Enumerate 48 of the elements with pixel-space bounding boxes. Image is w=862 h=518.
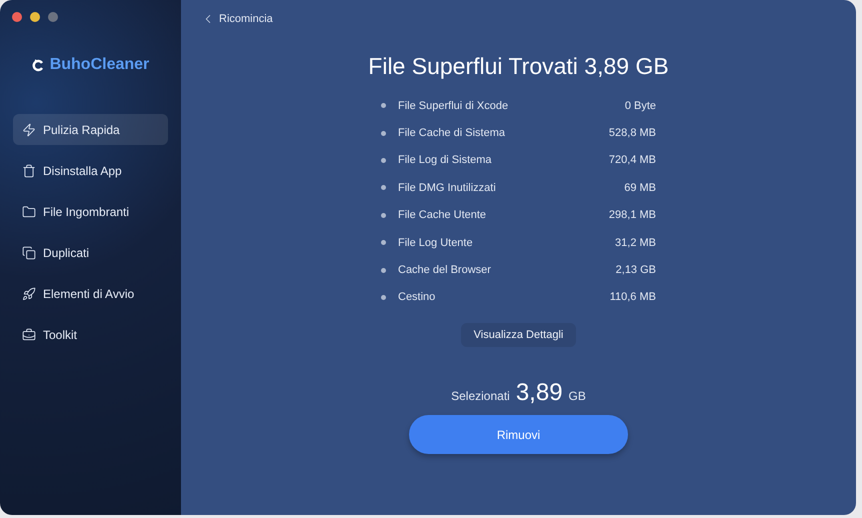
toolbox-icon: [22, 328, 36, 342]
category-name: Cestino: [398, 291, 436, 304]
category-size: 528,8 MB: [608, 127, 656, 140]
sidebar-item[interactable]: Disinstalla App: [13, 155, 168, 186]
category-name: Cache del Browser: [398, 264, 492, 276]
close-window-button[interactable]: [12, 12, 22, 22]
copy-icon: [22, 246, 36, 260]
remove-button[interactable]: Rimuovi: [409, 415, 628, 454]
category-name: File Cache di Sistema: [398, 127, 506, 140]
bullet-icon: [381, 185, 386, 190]
back-link[interactable]: Ricomincia: [201, 12, 273, 26]
category-size: 69 MB: [624, 182, 656, 194]
bullet-icon: [381, 268, 386, 273]
app-name: BuhoCleaner: [50, 56, 150, 74]
category-size: 2,13 GB: [616, 264, 656, 276]
results-title: File Superflui Trovati 3,89 GB: [368, 53, 669, 80]
bullet-icon: [381, 130, 386, 136]
details-button[interactable]: Visualizza Dettagli: [460, 323, 576, 348]
folder-icon: [22, 204, 36, 218]
selected-size: 3,89: [516, 379, 563, 408]
sidebar-item[interactable]: Elementi di Avvio: [13, 278, 168, 309]
bullet-icon: [381, 212, 386, 218]
lightning-icon: [22, 122, 36, 136]
selected-label: Selezionati: [451, 389, 510, 404]
category-size: 31,2 MB: [615, 236, 656, 249]
category-size: 720,4 MB: [608, 154, 656, 166]
rocket-icon: [22, 286, 36, 300]
logo-icon: [32, 58, 44, 72]
sidebar-item[interactable]: File Ingombranti: [13, 196, 168, 227]
bullet-icon: [381, 103, 386, 108]
category-name: File Log di Sistema: [398, 154, 493, 166]
zoom-window-button[interactable]: [48, 12, 58, 22]
trash-icon: [22, 164, 36, 178]
minimize-window-button[interactable]: [30, 12, 40, 22]
bullet-icon: [381, 294, 386, 300]
sidebar-item[interactable]: Toolkit: [13, 319, 168, 350]
category-name: File DMG Inutilizzati: [398, 182, 497, 194]
category-name: File Superflui di Xcode: [398, 100, 510, 112]
category-size: 298,1 MB: [608, 209, 656, 222]
category-name: File Log Utente: [398, 236, 474, 249]
category-name: File Cache Utente: [398, 209, 488, 222]
sidebar-item[interactable]: Pulizia Rapida: [13, 114, 168, 145]
sidebar-item[interactable]: Duplicati: [13, 237, 168, 268]
category-size: 0 Byte: [624, 100, 656, 112]
bullet-icon: [381, 240, 386, 246]
bullet-icon: [381, 158, 386, 163]
selected-unit: GB: [568, 389, 586, 404]
category-size: 110,6 MB: [610, 291, 656, 304]
